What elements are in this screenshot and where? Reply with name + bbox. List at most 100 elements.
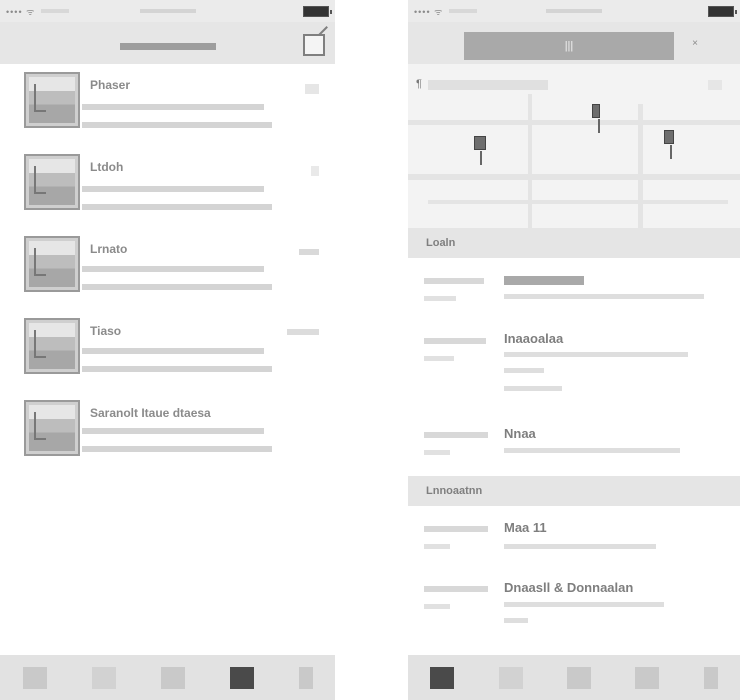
tab-browse[interactable] [566, 666, 591, 689]
list-item[interactable]: Phaser [0, 72, 335, 152]
section-header: Lnnoaatnn [408, 476, 740, 506]
map-road [638, 104, 643, 228]
detail-label [424, 526, 488, 532]
map-road [528, 94, 532, 228]
map-header-icon: ¶ [416, 78, 422, 90]
nav-bar: ||| × [408, 22, 740, 64]
detail-screen: •••• ᯤ ||| × ¶ Loaln Inaaoalaa Nnaa Lnno… [408, 0, 740, 700]
message-preview-line [82, 204, 272, 210]
detail-row[interactable] [408, 262, 740, 312]
thumbnail-image [24, 400, 80, 456]
detail-sublabel [424, 544, 450, 549]
thumbnail-image [24, 318, 80, 374]
message-preview-line [82, 348, 264, 354]
message-sender: Ltdoh [90, 160, 124, 174]
map-road [408, 120, 740, 125]
compose-icon[interactable] [303, 34, 325, 56]
message-date [305, 84, 319, 94]
detail-row[interactable]: Dnaasll & Donnaalan [408, 572, 740, 632]
detail-value: Dnaasll & Donnaalan [504, 580, 634, 595]
detail-label [424, 586, 488, 592]
nav-title [119, 43, 216, 50]
detail-value: Nnaa [504, 426, 536, 441]
detail-sublabel [424, 604, 450, 609]
detail-value: Inaaoalaa [504, 331, 564, 346]
wifi-icon [41, 9, 70, 13]
thumbnail-image [24, 154, 80, 210]
detail-value: Maa 11 [504, 520, 547, 535]
status-time [546, 9, 602, 13]
message-date [311, 166, 319, 176]
detail-sublabel [424, 296, 456, 301]
detail-subtext [504, 386, 562, 391]
segmented-control[interactable]: ||| [464, 32, 674, 60]
battery-icon [303, 6, 332, 17]
tab-home[interactable] [22, 666, 47, 689]
detail-subtext [504, 618, 528, 623]
message-sender: Tiaso [90, 324, 122, 338]
message-sender: Phaser [90, 78, 131, 92]
thumbnail-image [24, 236, 80, 292]
tab-profile[interactable] [298, 666, 313, 689]
message-preview-line [82, 446, 272, 452]
message-preview-line [82, 122, 272, 128]
map-view[interactable]: ¶ [408, 64, 740, 228]
message-sender: Lrnato [90, 242, 128, 256]
map-road [428, 200, 728, 204]
carrier-signal: •••• ᯤ [414, 6, 444, 17]
list-item[interactable]: Lrnato [0, 236, 335, 316]
map-pin[interactable] [592, 104, 600, 133]
carrier-signal: •••• ᯤ [6, 6, 36, 17]
detail-subtext [504, 544, 656, 549]
map-pin[interactable] [664, 130, 674, 159]
gutter [335, 0, 408, 700]
detail-row[interactable]: Inaaoalaa [408, 320, 740, 404]
message-preview-line [82, 284, 272, 290]
list-item[interactable]: Saranolt Itaue dtaesa [0, 400, 335, 480]
detail-subtext [504, 368, 544, 373]
message-preview-line [82, 104, 264, 110]
battery-icon [708, 6, 737, 17]
tab-bar [0, 655, 335, 700]
detail-subtext [504, 448, 680, 453]
detail-subtext [504, 294, 704, 299]
tab-home[interactable] [430, 666, 455, 689]
close-icon[interactable]: × [692, 38, 698, 49]
section-header: Loaln [408, 228, 740, 258]
thumbnail-image [24, 72, 80, 128]
tab-bar [408, 655, 740, 700]
detail-row[interactable]: Nnaa [408, 418, 740, 468]
nav-bar [0, 22, 335, 64]
message-list-screen: •••• ᯤ Phaser Ltdoh Lrnato Tiaso Saranol… [0, 0, 335, 700]
tab-profile[interactable] [703, 666, 718, 689]
message-preview-line [82, 266, 264, 272]
tab-browse[interactable] [160, 666, 185, 689]
detail-sublabel [424, 450, 450, 455]
map-pin[interactable] [474, 136, 486, 165]
status-bar: •••• ᯤ [408, 0, 740, 22]
detail-label [424, 338, 486, 344]
map-action[interactable] [708, 80, 722, 90]
map-road [408, 174, 740, 180]
wifi-icon [449, 9, 478, 13]
tab-messages[interactable] [229, 666, 254, 689]
status-bar: •••• ᯤ [0, 0, 335, 22]
detail-label [424, 432, 488, 438]
message-preview-line [82, 186, 264, 192]
detail-value [504, 276, 584, 285]
tab-activity[interactable] [498, 666, 523, 689]
status-time [139, 9, 196, 13]
list-item[interactable]: Tiaso [0, 318, 335, 398]
detail-subtext [504, 602, 664, 607]
detail-label [424, 278, 484, 284]
message-preview-line [82, 428, 264, 434]
map-header [428, 80, 548, 90]
tab-messages[interactable] [635, 666, 660, 689]
message-date [287, 329, 319, 335]
list-item[interactable]: Ltdoh [0, 154, 335, 234]
message-sender: Saranolt Itaue dtaesa [90, 406, 211, 420]
detail-row[interactable]: Maa 11 [408, 512, 740, 562]
message-preview-line [82, 366, 272, 372]
message-date [299, 249, 319, 255]
tab-activity[interactable] [91, 666, 116, 689]
